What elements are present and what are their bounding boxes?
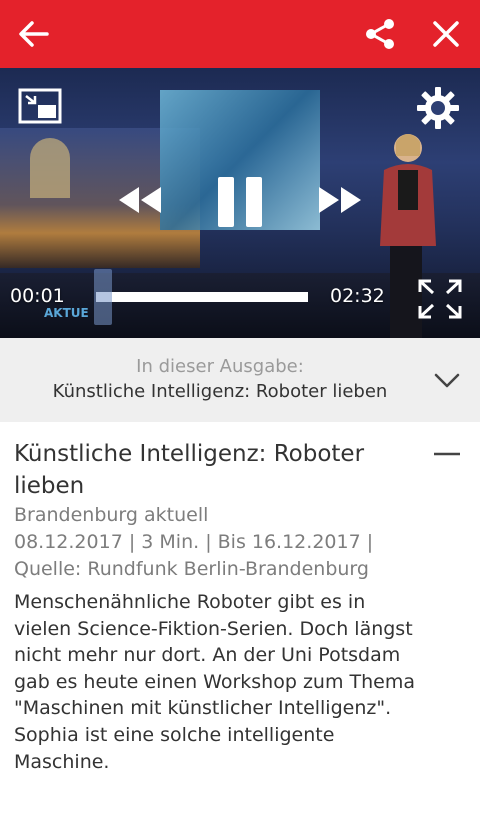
close-icon [433,21,459,47]
issue-selector[interactable]: In dieser Ausgabe: Künstliche Intelligen… [0,338,480,422]
issue-dropdown-toggle[interactable] [430,368,464,392]
rewind-icon [119,187,161,213]
app-bar [0,0,480,68]
channel-ticker: AKTUE [44,306,89,320]
clip-program: Brandenburg aktuell [14,504,209,526]
video-player[interactable]: AKTUE 00:01 02:32 [0,68,480,338]
fullscreen-icon [418,279,462,319]
issue-label: In dieser Ausgabe: [136,356,304,377]
pause-button[interactable] [210,172,270,232]
pause-icon [218,177,262,227]
collapse-detail-button[interactable] [430,444,464,464]
fast-forward-button[interactable] [312,178,368,222]
rewind-button[interactable] [112,178,168,222]
clip-detail: Künstliche Intelligenz: Roboter lieben B… [14,438,424,775]
picture-in-picture-icon [18,88,62,124]
seek-bar[interactable] [96,292,308,302]
chevron-down-icon [434,373,460,388]
picture-in-picture-button[interactable] [18,88,62,124]
seek-thumb[interactable] [94,269,112,325]
arrow-left-icon [19,21,49,47]
issue-selected-title: Künstliche Intelligenz: Roboter lieben [52,381,388,402]
gear-icon [417,87,459,129]
fast-forward-icon [319,187,361,213]
close-button[interactable] [414,0,478,68]
duration: 02:32 [330,285,385,307]
clip-title: Künstliche Intelligenz: Roboter lieben [14,441,365,499]
back-button[interactable] [2,0,66,68]
video-frame-dome [30,138,70,198]
fullscreen-button[interactable] [414,274,466,324]
clip-description: Menschenähnliche Roboter gibt es in viel… [14,591,415,773]
minus-icon [434,452,460,456]
clip-meta: 08.12.2017 | 3 Min. | Bis 16.12.2017 | [14,531,374,553]
current-time: 00:01 [10,285,65,307]
settings-button[interactable] [414,84,462,132]
share-icon [366,19,394,49]
clip-source: Quelle: Rundfunk Berlin-Brandenburg [14,558,369,580]
share-button[interactable] [348,0,412,68]
